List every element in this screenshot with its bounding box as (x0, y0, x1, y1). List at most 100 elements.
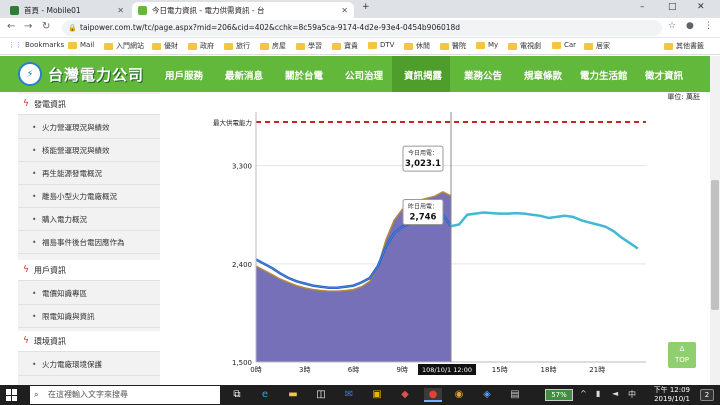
folder-app-icon[interactable]: ▣ (370, 388, 384, 402)
nav-item[interactable]: 電力生活館 (580, 68, 628, 82)
nav-item-active[interactable]: 資訊揭露 (404, 68, 442, 82)
nav-item[interactable]: 最新消息 (225, 68, 263, 82)
mail-icon[interactable]: ✉ (342, 388, 356, 402)
folder-icon (104, 42, 113, 50)
section-title: 發電資訊 (34, 100, 66, 109)
y-tick-label: 1,500 (232, 359, 252, 367)
nav-item[interactable]: 規章條款 (524, 68, 562, 82)
bookmark-folder[interactable]: 優財 (152, 41, 178, 51)
nav-item[interactable]: 關於台電 (285, 68, 323, 82)
maximize-button[interactable]: □ (668, 2, 677, 12)
star-icon[interactable]: ☆ (668, 21, 676, 31)
input-method-icon[interactable]: 中 (628, 389, 636, 400)
apps-grid-icon: ⋮⋮ (8, 41, 22, 49)
browser-tab[interactable]: 首頁 - Mobile01 ✕ (4, 2, 130, 18)
search-icon: ⌕ (34, 390, 39, 399)
sidebar-item[interactable]: • 火力電廠環境保護 (18, 354, 160, 376)
folder-icon (368, 41, 377, 49)
minimize-button[interactable]: – (640, 2, 645, 12)
reload-icon[interactable]: ↻ (42, 21, 50, 32)
folder-icon (296, 42, 305, 50)
nav-item[interactable]: 公司治理 (345, 68, 383, 82)
site-header: ⚡ 台灣電力公司 用戶服務 最新消息 關於台電 公司治理 資訊揭露 業務公告 規… (0, 56, 710, 97)
app-icon[interactable]: ▤ (508, 388, 522, 402)
page-scrollbar[interactable] (710, 56, 720, 385)
sidebar-item-label: 限電知識與資訊 (42, 312, 95, 321)
bookmark-folder[interactable]: 房屋 (260, 41, 286, 51)
sidebar-item[interactable]: • 福島事件後台電因應作為 (18, 232, 160, 254)
close-tab-icon[interactable]: ✕ (335, 6, 348, 15)
bookmark-folder[interactable]: My (476, 41, 498, 49)
bookmark-folder[interactable]: 寶貴 (332, 41, 358, 51)
address-bar[interactable]: 🔒 taipower.com.tw/tc/page.aspx?mid=206&c… (62, 20, 662, 36)
sidebar-section[interactable]: ϟ 環境資訊 (18, 331, 160, 352)
store-icon[interactable]: ◫ (314, 388, 328, 402)
folder-icon (224, 42, 233, 50)
edge-icon[interactable]: e (258, 388, 272, 402)
power-usage-chart: 1,500 2,400 3,300 最大供電能力 0時 3時 6時 9時 15時 18時 21時 1… (213, 112, 646, 375)
bookmark-folder[interactable]: Mail (68, 41, 94, 49)
network-icon[interactable]: ▮ (596, 389, 600, 398)
back-icon[interactable]: ← (7, 21, 15, 32)
browser-tab-active[interactable]: 今日電力資訊 - 電力供需資訊 - 台 ✕ (132, 2, 354, 18)
nav-item[interactable]: 用戶服務 (165, 68, 203, 82)
sidebar-item[interactable]: • 購入電力概況 (18, 209, 160, 231)
sidebar-item[interactable]: • 核能營運現況與績效 (18, 140, 160, 162)
close-window-button[interactable]: ✕ (697, 2, 705, 12)
bookmark-apps[interactable]: ⋮⋮ Bookmarks (8, 41, 64, 49)
new-tab-button[interactable]: + (362, 2, 370, 12)
windows-start-icon[interactable] (6, 389, 18, 401)
app-icon[interactable]: ◉ (452, 388, 466, 402)
bookmark-folder[interactable]: 入門網站 (104, 41, 144, 51)
sidebar-item[interactable]: • 電價知識專區 (18, 283, 160, 305)
volume-icon[interactable]: ◄ (612, 389, 618, 398)
task-view-icon[interactable]: ⧉ (230, 388, 244, 402)
taipower-logo[interactable]: ⚡ 台灣電力公司 (18, 61, 148, 87)
app-icon[interactable]: ◈ (480, 388, 494, 402)
bookmark-folder[interactable]: 學習 (296, 41, 322, 51)
tab-title: 今日電力資訊 - 電力供需資訊 - 台 (152, 5, 265, 15)
tray-chevron-icon[interactable]: ^ (580, 389, 587, 398)
folder-icon (152, 42, 161, 50)
bookmark-folder[interactable]: DTV (368, 41, 394, 49)
sidebar-item-label: 電價知識專區 (42, 289, 87, 298)
bookmark-folder[interactable]: 政府 (188, 41, 214, 51)
folder-icon (404, 42, 413, 50)
windows-taskbar: ⌕ 在這裡輸入文字來搜尋 ⧉ e ▬ ◫ ✉ ▣ ◆ ● ◉ ◈ ▤ 57% ^… (0, 385, 720, 405)
bookmark-label: Bookmarks (25, 41, 65, 49)
sidebar-section[interactable]: ϟ 用戶資訊 (18, 260, 160, 281)
profile-icon[interactable]: ● (686, 21, 694, 31)
sidebar-item-label: 再生能源發電概況 (42, 169, 102, 178)
forward-icon[interactable]: → (24, 21, 32, 32)
folder-icon (584, 42, 593, 50)
file-explorer-icon[interactable]: ▬ (286, 388, 300, 402)
sidebar-section[interactable]: ϟ 發電資訊 (18, 94, 160, 115)
sidebar-item[interactable]: • 再生能源發電概況 (18, 163, 160, 185)
back-to-top-button[interactable]: Δ TOP (668, 342, 696, 368)
sidebar-item[interactable]: • 限電知識與資訊 (18, 306, 160, 328)
bookmark-folder[interactable]: Car (552, 41, 576, 49)
other-bookmarks[interactable]: 其他書籤 (664, 41, 704, 51)
chrome-icon[interactable]: ● (424, 388, 442, 402)
taskbar-search-box[interactable]: ⌕ 在這裡輸入文字來搜尋 (30, 386, 220, 404)
sidebar-item-label: 火力電廠環境保護 (42, 360, 102, 369)
menu-icon[interactable]: ⋮ (704, 21, 713, 31)
bookmark-folder[interactable]: 醫院 (440, 41, 466, 51)
search-placeholder: 在這裡輸入文字來搜尋 (48, 390, 128, 399)
tooltip-yesterday-label: 昨日用電： (408, 203, 438, 211)
clock-time: 下午 12:09 (653, 386, 690, 394)
nav-item[interactable]: 徵才資訊 (645, 68, 683, 82)
nav-item[interactable]: 業務公告 (464, 68, 502, 82)
sidebar-item[interactable]: • 離島小型火力電廠概況 (18, 186, 160, 208)
system-clock[interactable]: 下午 12:09 2019/10/1 (650, 386, 690, 404)
bookmark-folder[interactable]: 電視劇 (508, 41, 541, 51)
bookmark-folder[interactable]: 居家 (584, 41, 610, 51)
battery-indicator[interactable]: 57% (545, 389, 573, 401)
app-icon[interactable]: ◆ (398, 388, 412, 402)
bookmark-folder[interactable]: 休閒 (404, 41, 430, 51)
close-tab-icon[interactable]: ✕ (111, 6, 124, 15)
scrollbar-thumb[interactable] (711, 180, 719, 310)
bookmark-folder[interactable]: 旅行 (224, 41, 250, 51)
notification-badge[interactable]: 2 (700, 389, 714, 401)
sidebar-item[interactable]: • 火力營運現況與績效 (18, 117, 160, 139)
